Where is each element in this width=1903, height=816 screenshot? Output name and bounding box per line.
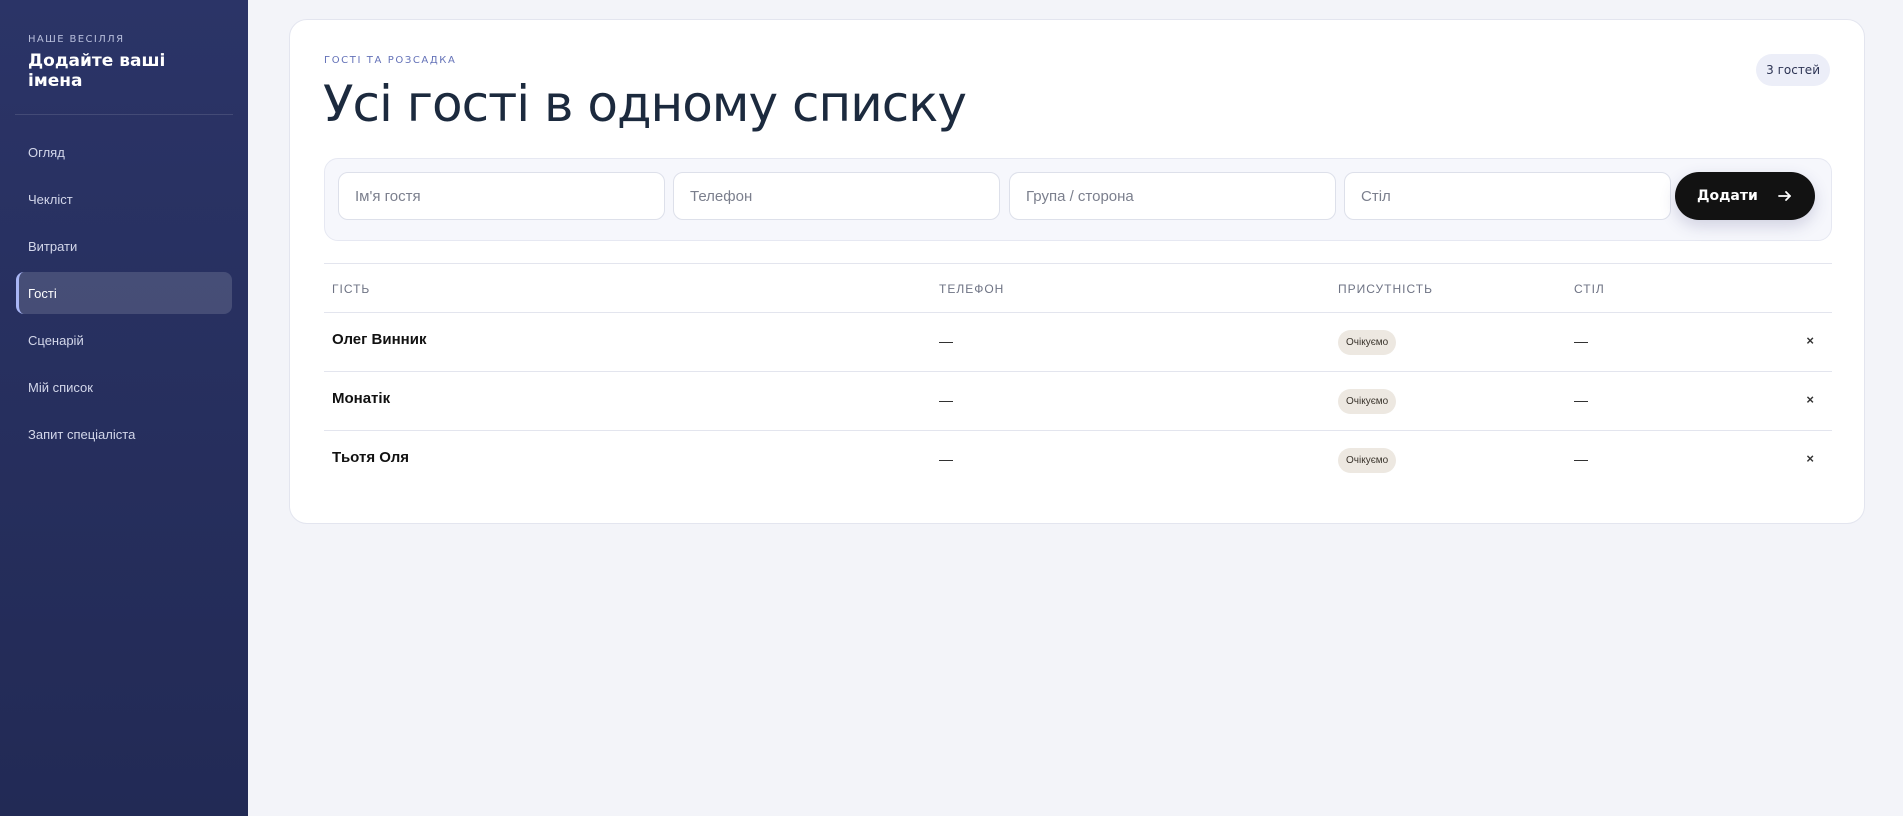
table-row: Тьотя Оля — Очікуємо — ×: [324, 431, 1832, 490]
guest-table-number: —: [1574, 451, 1588, 467]
sidebar-item-guests[interactable]: Гості: [16, 272, 232, 314]
guest-name-input[interactable]: [338, 172, 665, 220]
sidebar-item-scenario[interactable]: Сценарій: [16, 319, 232, 361]
header-phone: ТЕЛЕФОН: [939, 282, 1005, 296]
sidebar-divider: [15, 114, 233, 115]
status-badge[interactable]: Очікуємо: [1338, 330, 1397, 355]
group-input[interactable]: [1009, 172, 1336, 220]
brand: НАШЕ ВЕСІЛЛЯ Додайте ваші імена: [0, 0, 248, 91]
guest-phone: —: [939, 392, 953, 408]
add-guest-form: Додати: [324, 158, 1832, 241]
header-table: СТІЛ: [1574, 282, 1605, 296]
guests-card: ГОСТІ ТА РОЗСАДКА Усі гості в одному спи…: [289, 19, 1865, 524]
header-attendance: ПРИСУТНІСТЬ: [1338, 282, 1433, 296]
sidebar-nav: Огляд Чекліст Витрати Гості Сценарій Мій…: [0, 131, 248, 455]
guest-table-number: —: [1574, 392, 1588, 408]
brand-title[interactable]: Додайте ваші імена: [28, 51, 220, 91]
remove-guest-button[interactable]: ×: [1806, 451, 1814, 466]
sidebar-item-expenses[interactable]: Витрати: [16, 225, 232, 267]
guest-count-badge: 3 гостей: [1756, 54, 1830, 86]
section-kicker: ГОСТІ ТА РОЗСАДКА: [324, 55, 457, 66]
page-title: Усі гості в одному списку: [323, 75, 967, 133]
remove-guest-button[interactable]: ×: [1806, 392, 1814, 407]
brand-kicker: НАШЕ ВЕСІЛЛЯ: [28, 34, 125, 45]
sidebar: НАШЕ ВЕСІЛЛЯ Додайте ваші імена Огляд Че…: [0, 0, 248, 816]
status-badge[interactable]: Очікуємо: [1338, 448, 1397, 473]
header-guest: ГІСТЬ: [332, 282, 371, 296]
sidebar-item-specialist-request[interactable]: Запит спеціаліста: [16, 413, 232, 455]
phone-input[interactable]: [673, 172, 1000, 220]
guest-phone: —: [939, 333, 953, 349]
table-row: Олег Винник — Очікуємо — ×: [324, 313, 1832, 372]
status-badge[interactable]: Очікуємо: [1338, 389, 1397, 414]
guest-table-number: —: [1574, 333, 1588, 349]
add-guest-button[interactable]: Додати: [1675, 172, 1815, 220]
add-button-label: Додати: [1697, 188, 1758, 204]
sidebar-item-checklist[interactable]: Чекліст: [16, 178, 232, 220]
guest-phone: —: [939, 451, 953, 467]
remove-guest-button[interactable]: ×: [1806, 333, 1814, 348]
table-row: Монатік — Очікуємо — ×: [324, 372, 1832, 431]
guest-name: Тьотя Оля: [332, 449, 409, 466]
sidebar-item-my-list[interactable]: Мій список: [16, 366, 232, 408]
table-input[interactable]: [1344, 172, 1671, 220]
guest-name: Монатік: [332, 390, 391, 407]
guest-name: Олег Винник: [332, 331, 427, 348]
sidebar-item-overview[interactable]: Огляд: [16, 131, 232, 173]
table-header: ГІСТЬ ТЕЛЕФОН ПРИСУТНІСТЬ СТІЛ: [324, 263, 1832, 313]
arrow-right-icon: [1778, 191, 1791, 201]
guest-table: ГІСТЬ ТЕЛЕФОН ПРИСУТНІСТЬ СТІЛ Олег Винн…: [324, 263, 1832, 490]
